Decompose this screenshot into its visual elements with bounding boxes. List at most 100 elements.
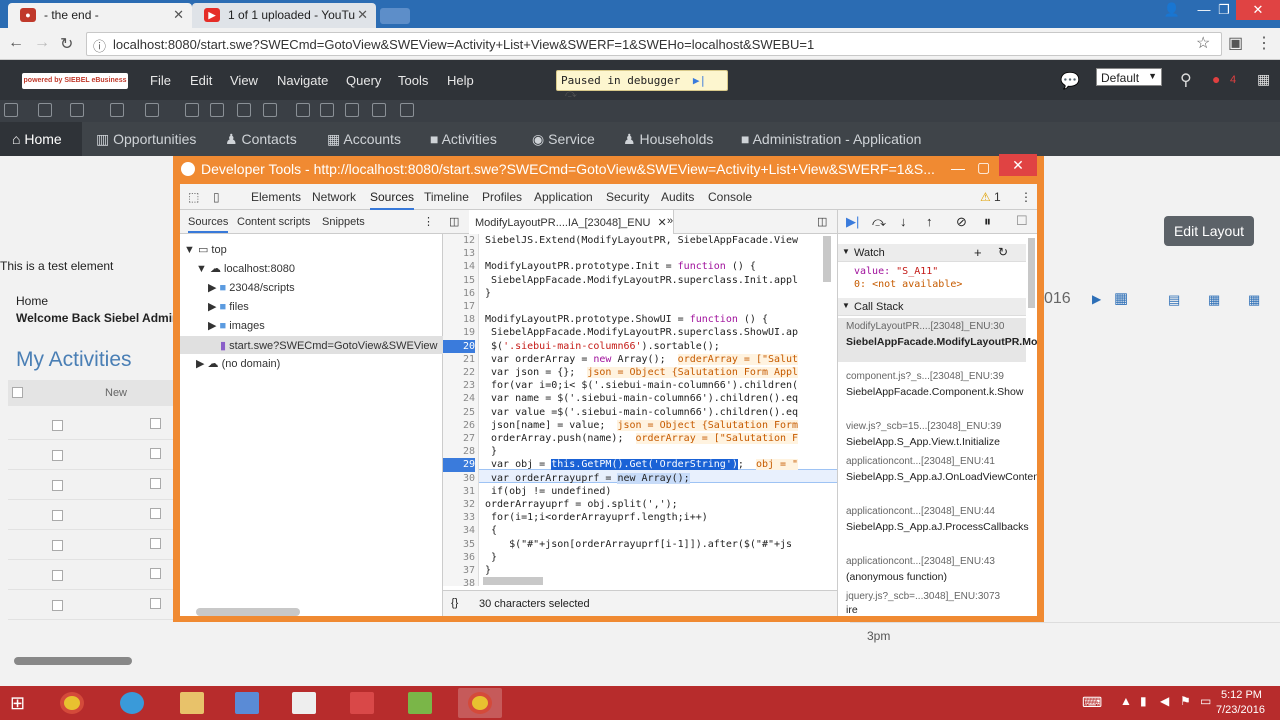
minimize-icon[interactable]: — <box>951 160 965 176</box>
table-row[interactable] <box>8 530 176 560</box>
url-input[interactable]: ⓘ localhost:8080/start.swe?SWECmd=GotoVi… <box>86 32 1222 56</box>
code-line[interactable]: } <box>485 287 825 300</box>
taskbar-ie[interactable] <box>110 688 154 718</box>
async-checkbox-icon[interactable]: ☐ <box>1016 213 1028 229</box>
tab-opportunities[interactable]: ▥ Opportunities <box>96 131 196 148</box>
week-view-icon[interactable]: ▦ <box>1208 292 1220 308</box>
close-window-icon[interactable]: ✕ <box>1236 0 1280 20</box>
clock-date[interactable]: 7/23/2016 <box>1216 704 1265 716</box>
table-row[interactable] <box>8 410 176 440</box>
tab-contacts[interactable]: ♟ Contacts <box>225 131 297 148</box>
subtab-snippets[interactable]: Snippets <box>322 216 365 228</box>
tree-node-no-domain[interactable]: ▶ ☁ (no domain) <box>196 357 280 370</box>
code-line[interactable]: } <box>485 551 825 564</box>
day-view-icon[interactable]: ▤ <box>1168 292 1180 308</box>
toolbar-task-icon[interactable] <box>210 103 224 117</box>
code-line[interactable]: $('.siebui-main-column66').sortable(); <box>485 340 825 353</box>
new-tab-button[interactable] <box>380 8 410 24</box>
menu-navigate[interactable]: Navigate <box>277 73 328 88</box>
toolbar-chart-icon[interactable] <box>400 103 414 117</box>
table-row[interactable] <box>8 470 176 500</box>
call-frame-location[interactable]: ModifyLayoutPR....[23048]_ENU:30 <box>846 321 1004 332</box>
watch-expression[interactable]: 0: <not available> <box>854 279 962 290</box>
line-number[interactable]: 37 <box>443 564 475 577</box>
breakpoint-marker[interactable]: 20 <box>443 339 475 353</box>
tab-application[interactable]: Application <box>534 190 593 204</box>
menu-file[interactable]: File <box>150 73 171 88</box>
month-view-icon[interactable]: ▦ <box>1248 292 1260 308</box>
network-icon[interactable]: ▮ <box>1140 694 1147 708</box>
line-number[interactable]: 28 <box>443 445 475 458</box>
line-number[interactable]: 32 <box>443 498 475 511</box>
tab-activities[interactable]: ■ Activities <box>430 131 497 147</box>
tab-console[interactable]: Console <box>708 190 752 204</box>
call-frame-function[interactable]: (anonymous function) <box>846 570 1026 584</box>
vertical-scrollbar[interactable] <box>823 236 831 282</box>
subtab-sources[interactable]: Sources <box>188 216 229 233</box>
menu-help[interactable]: Help <box>447 73 474 88</box>
tab-network[interactable]: Network <box>312 190 356 204</box>
warning-icon[interactable]: ⚠ <box>980 190 991 204</box>
call-frame-function[interactable]: SiebelApp.S_App.aJ.OnLoadViewContent <box>846 470 1037 484</box>
row-checkbox[interactable] <box>52 570 63 581</box>
star-icon[interactable]: ☆ <box>1196 33 1210 53</box>
back-icon[interactable]: ← <box>8 34 24 52</box>
code-line[interactable]: $("#"+json[orderArrayuprf[i-1]]).after($… <box>485 538 825 551</box>
tree-folder-images[interactable]: ▶ ■ images <box>208 319 265 332</box>
toolbar-clipboard-icon[interactable] <box>345 103 359 117</box>
close-window-icon[interactable]: ✕ <box>999 154 1037 176</box>
close-icon[interactable]: ✕ <box>173 7 184 23</box>
tab-home[interactable]: ⌂ Home <box>12 131 62 147</box>
step-out-icon[interactable]: ↑ <box>926 214 933 229</box>
user-icon[interactable]: 👤 <box>1158 0 1186 20</box>
watch-section-header[interactable]: ▼ Watch + ↻ <box>838 244 1026 262</box>
menu-query[interactable]: Query <box>346 73 381 88</box>
taskbar-chrome[interactable] <box>50 688 94 718</box>
line-number[interactable]: 35 <box>443 538 475 551</box>
search-icon[interactable]: ⚲ <box>1180 70 1192 90</box>
tab-profiles[interactable]: Profiles <box>482 190 522 204</box>
breadcrumb[interactable]: Home <box>16 294 48 308</box>
column-new[interactable]: New <box>105 387 127 399</box>
taskbar-app[interactable] <box>340 688 384 718</box>
subtab-content-scripts[interactable]: Content scripts <box>237 216 310 228</box>
line-number[interactable]: 31 <box>443 485 475 498</box>
tree-node-top[interactable]: ▼ ▭ top <box>184 243 227 256</box>
alert-icon[interactable]: ● <box>1212 71 1220 87</box>
new-checkbox[interactable] <box>150 538 161 549</box>
horizontal-scrollbar[interactable] <box>14 657 132 665</box>
code-line[interactable]: { <box>485 524 825 537</box>
toolbar-list-icon[interactable] <box>185 103 199 117</box>
line-number[interactable]: 38 <box>443 577 475 590</box>
line-number[interactable]: 25 <box>443 406 475 419</box>
toolbar-forward-icon[interactable] <box>145 103 159 117</box>
call-frame-location[interactable]: jquery.js?_scb=...3048]_ENU:3073 <box>846 591 1000 602</box>
reload-icon[interactable]: ↻ <box>60 34 73 54</box>
calendar-icon[interactable]: ▦ <box>1114 289 1128 307</box>
maximize-icon[interactable]: ▢ <box>977 159 990 176</box>
device-icon[interactable]: ▯ <box>213 190 220 204</box>
new-checkbox[interactable] <box>150 598 161 609</box>
row-checkbox[interactable] <box>52 510 63 521</box>
more-tabs-icon[interactable]: » <box>667 215 673 227</box>
close-icon[interactable]: ✕ <box>357 7 368 23</box>
taskbar-app[interactable] <box>282 688 326 718</box>
more-menu-icon[interactable]: ⋮ <box>423 215 434 228</box>
pause-on-exceptions-icon[interactable]: ⏸ <box>984 213 991 230</box>
new-checkbox[interactable] <box>150 508 161 519</box>
toolbar-zoom-icon[interactable] <box>38 103 52 117</box>
call-frame-location[interactable]: applicationcont...[23048]_ENU:41 <box>846 456 995 467</box>
toolbar-copy-icon[interactable] <box>237 103 251 117</box>
toolbar-refresh-icon[interactable] <box>70 103 84 117</box>
line-number[interactable]: 18 <box>443 313 475 326</box>
line-number[interactable]: 34 <box>443 524 475 537</box>
tree-file-selected[interactable]: ▮ start.swe?SWECmd=GotoView&SWEView <box>180 336 443 354</box>
step-over-icon[interactable]: ⤼ <box>872 214 886 230</box>
tree-folder-scripts[interactable]: ▶ ■ 23048/scripts <box>208 281 295 294</box>
menu-view[interactable]: View <box>230 73 258 88</box>
tree-node-host[interactable]: ▼ ☁ localhost:8080 <box>196 262 295 275</box>
vertical-scrollbar[interactable] <box>1028 238 1035 308</box>
row-checkbox[interactable] <box>52 420 63 431</box>
new-checkbox[interactable] <box>150 448 161 459</box>
code-line[interactable]: if(obj != undefined) <box>485 485 825 498</box>
